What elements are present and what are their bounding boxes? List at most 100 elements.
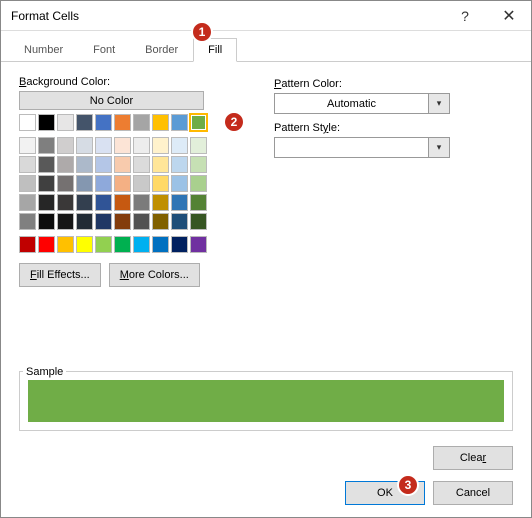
color-swatch[interactable]: [95, 194, 112, 211]
color-swatch[interactable]: [190, 194, 207, 211]
color-swatch[interactable]: [190, 137, 207, 154]
tab-font[interactable]: Font: [78, 38, 130, 62]
chevron-down-icon[interactable]: ▾: [429, 137, 450, 158]
pattern-style-label: Pattern Style:: [274, 122, 479, 134]
color-swatch[interactable]: [152, 194, 169, 211]
color-swatch[interactable]: [190, 114, 207, 131]
color-swatch[interactable]: [171, 156, 188, 173]
color-swatch[interactable]: [133, 156, 150, 173]
color-swatch[interactable]: [76, 194, 93, 211]
color-swatch[interactable]: [133, 114, 150, 131]
pattern-color-value: Automatic: [274, 93, 429, 114]
color-swatch[interactable]: [171, 175, 188, 192]
color-swatch[interactable]: [19, 194, 36, 211]
color-swatch[interactable]: [95, 213, 112, 230]
color-swatch[interactable]: [95, 137, 112, 154]
color-swatch[interactable]: [19, 175, 36, 192]
color-swatch[interactable]: [114, 114, 131, 131]
color-swatch[interactable]: [152, 156, 169, 173]
color-swatch[interactable]: [152, 213, 169, 230]
color-swatch[interactable]: [190, 236, 207, 253]
color-swatch[interactable]: [57, 175, 74, 192]
sample-preview: [28, 380, 504, 422]
color-swatch[interactable]: [19, 114, 36, 131]
color-swatch[interactable]: [76, 236, 93, 253]
color-swatch[interactable]: [190, 156, 207, 173]
color-swatch[interactable]: [171, 236, 188, 253]
pattern-style-dropdown[interactable]: ▾: [274, 137, 450, 158]
cancel-button[interactable]: Cancel: [433, 481, 513, 505]
color-swatch[interactable]: [57, 194, 74, 211]
color-swatch[interactable]: [190, 213, 207, 230]
color-swatch[interactable]: [19, 236, 36, 253]
color-swatch[interactable]: [171, 213, 188, 230]
color-swatch[interactable]: [95, 156, 112, 173]
color-swatch[interactable]: [19, 213, 36, 230]
color-swatch[interactable]: [57, 137, 74, 154]
color-swatch[interactable]: [171, 114, 188, 131]
pattern-style-value: [274, 137, 429, 158]
annotation-badge-1: 1: [191, 21, 213, 43]
help-button[interactable]: ?: [443, 1, 487, 30]
theme-colors-row: [19, 114, 209, 131]
color-swatch[interactable]: [133, 175, 150, 192]
tab-bar: Number Font Border Fill: [1, 31, 531, 62]
color-swatch[interactable]: [38, 236, 55, 253]
annotation-badge-3: 3: [397, 474, 419, 496]
color-swatch[interactable]: [133, 194, 150, 211]
color-swatch[interactable]: [114, 175, 131, 192]
tint-colors-grid: [19, 137, 209, 230]
tab-number[interactable]: Number: [9, 38, 78, 62]
color-swatch[interactable]: [133, 236, 150, 253]
color-swatch[interactable]: [38, 156, 55, 173]
color-swatch[interactable]: [76, 213, 93, 230]
color-swatch[interactable]: [133, 213, 150, 230]
color-swatch[interactable]: [76, 156, 93, 173]
clear-button[interactable]: Clear: [433, 446, 513, 470]
color-swatch[interactable]: [114, 213, 131, 230]
annotation-badge-2: 2: [223, 111, 245, 133]
titlebar: Format Cells ? ✕: [1, 1, 531, 31]
color-swatch[interactable]: [76, 114, 93, 131]
color-swatch[interactable]: [76, 137, 93, 154]
color-swatch[interactable]: [57, 114, 74, 131]
color-swatch[interactable]: [38, 175, 55, 192]
tab-border[interactable]: Border: [130, 38, 193, 62]
more-colors-button[interactable]: More Colors...: [109, 263, 200, 287]
color-swatch[interactable]: [152, 236, 169, 253]
pattern-color-dropdown[interactable]: Automatic ▾: [274, 93, 450, 114]
color-swatch[interactable]: [95, 114, 112, 131]
fill-effects-button[interactable]: Fill Effects...: [19, 263, 101, 287]
color-swatch[interactable]: [171, 194, 188, 211]
color-swatch[interactable]: [152, 175, 169, 192]
color-swatch[interactable]: [19, 156, 36, 173]
color-swatch[interactable]: [57, 236, 74, 253]
color-swatch[interactable]: [57, 156, 74, 173]
color-swatch[interactable]: [114, 236, 131, 253]
color-swatch[interactable]: [95, 236, 112, 253]
color-swatch[interactable]: [38, 137, 55, 154]
color-swatch[interactable]: [152, 137, 169, 154]
chevron-down-icon[interactable]: ▾: [429, 93, 450, 114]
color-swatch[interactable]: [76, 175, 93, 192]
sample-label: Sample: [23, 366, 66, 378]
format-cells-dialog: 1 2 3 Format Cells ? ✕ Number Font Borde…: [0, 0, 532, 518]
color-swatch[interactable]: [152, 114, 169, 131]
color-swatch[interactable]: [171, 137, 188, 154]
color-swatch[interactable]: [133, 137, 150, 154]
close-button[interactable]: ✕: [487, 1, 531, 30]
color-swatch[interactable]: [95, 175, 112, 192]
color-swatch[interactable]: [57, 213, 74, 230]
color-swatch[interactable]: [19, 137, 36, 154]
color-swatch[interactable]: [190, 175, 207, 192]
color-swatch[interactable]: [114, 194, 131, 211]
pattern-color-label: Pattern Color:: [274, 78, 479, 90]
no-color-button[interactable]: No Color: [19, 91, 204, 110]
color-swatch[interactable]: [38, 114, 55, 131]
color-swatch[interactable]: [114, 156, 131, 173]
color-swatch[interactable]: [38, 194, 55, 211]
color-swatch[interactable]: [38, 213, 55, 230]
fill-panel: Background Color: No Color Fill Effects.…: [1, 62, 531, 297]
color-swatch[interactable]: [114, 137, 131, 154]
sample-group: Sample: [19, 359, 513, 431]
